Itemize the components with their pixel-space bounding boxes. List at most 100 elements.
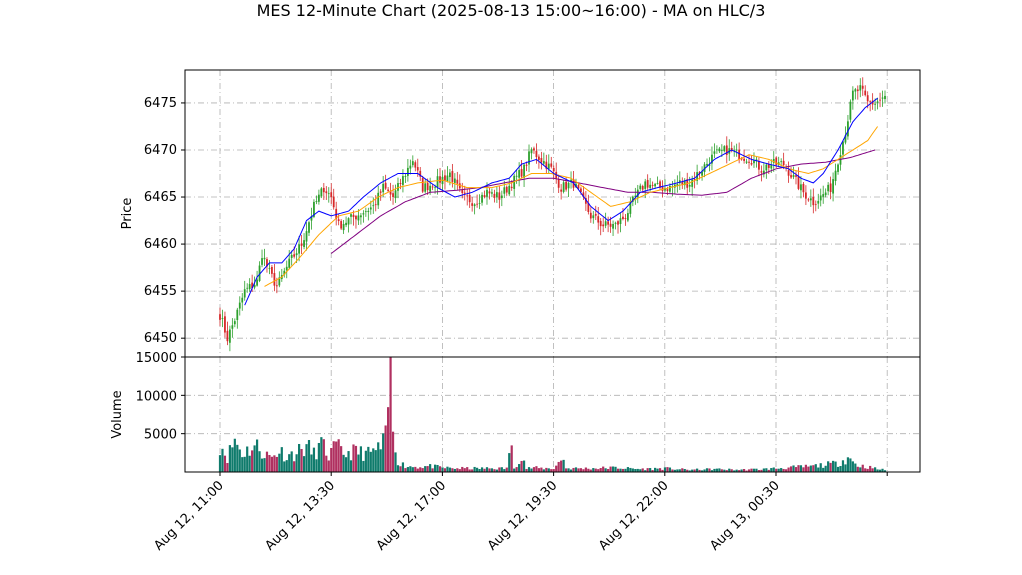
- volume-bar: [441, 467, 444, 472]
- candle-body: [352, 214, 355, 218]
- volume-bar: [490, 468, 494, 472]
- candle-body: [866, 95, 869, 102]
- volume-bar: [804, 464, 807, 472]
- volume-bar: [315, 459, 318, 472]
- candle-body: [508, 185, 511, 195]
- candle-body: [829, 183, 832, 193]
- volume-bar: [629, 467, 632, 472]
- candle-body: [515, 175, 518, 177]
- volume-bar: [762, 468, 765, 472]
- candle-body: [308, 222, 310, 233]
- candle-body: [263, 257, 266, 260]
- volume-bar: [251, 450, 254, 472]
- candle-body: [337, 219, 340, 222]
- candle-body: [760, 171, 763, 173]
- volume-bar: [243, 456, 246, 472]
- candle-body: [713, 151, 716, 154]
- candle-body: [340, 221, 343, 229]
- candle-body: [604, 221, 607, 226]
- candle-body: [748, 161, 750, 163]
- volume-bar: [604, 468, 607, 472]
- volume-bar: [829, 462, 832, 472]
- volume-bar: [807, 466, 810, 472]
- volume-bar: [522, 460, 526, 472]
- volume-bar: [844, 464, 847, 472]
- candle-body: [622, 216, 624, 220]
- volume-bar: [446, 466, 449, 472]
- volume-bar: [861, 464, 864, 472]
- candle-body: [219, 314, 221, 320]
- candle-body: [404, 176, 407, 177]
- volume-bar: [305, 444, 308, 472]
- volume-bar: [424, 466, 427, 472]
- volume-bar: [466, 467, 469, 472]
- volume-bar: [498, 467, 501, 472]
- volume-bar: [510, 445, 513, 472]
- volume-bar: [429, 464, 432, 472]
- volume-bar: [849, 458, 852, 472]
- volume-bar: [476, 467, 479, 472]
- volume-bar: [681, 468, 684, 472]
- volume-bar: [577, 468, 580, 472]
- candle-body: [538, 156, 540, 160]
- candle-body: [797, 176, 800, 189]
- candle-body: [649, 184, 652, 188]
- y-tick-label: 6460: [144, 237, 177, 252]
- x-tick-label: Aug 13, 00:30: [707, 478, 783, 554]
- candle-body: [523, 164, 525, 178]
- volume-bar: [268, 454, 271, 472]
- y-tick-label: 6450: [144, 331, 177, 346]
- candle-body: [804, 192, 807, 199]
- volume-bar: [340, 446, 343, 472]
- candle-body: [864, 90, 867, 96]
- candle-body: [293, 254, 296, 257]
- volume-bar: [715, 468, 718, 472]
- volume-bar: [841, 460, 845, 472]
- volume-bar: [285, 460, 288, 472]
- volume-bar: [480, 467, 484, 472]
- volume-bar: [864, 468, 867, 472]
- candle-body: [614, 222, 617, 224]
- candle-body: [392, 193, 394, 197]
- candle-body: [881, 97, 884, 99]
- candle-body: [444, 175, 446, 181]
- volume-bar: [535, 466, 538, 472]
- volume-bar: [772, 467, 775, 472]
- candle-body: [399, 183, 402, 184]
- candle-body: [851, 90, 854, 101]
- candle-body: [809, 198, 812, 201]
- volume-bar: [547, 468, 550, 472]
- volume-bar: [500, 467, 503, 472]
- candle-body: [303, 240, 305, 247]
- volume-bar: [485, 467, 489, 472]
- volume-bar: [765, 468, 768, 472]
- volume-bar: [574, 467, 578, 472]
- y-tick-label: 6470: [144, 143, 177, 158]
- volume-bar: [869, 465, 872, 472]
- candle-body: [476, 203, 479, 205]
- volume-bar: [817, 467, 820, 472]
- candle-body: [406, 167, 409, 176]
- candle-body: [745, 161, 748, 163]
- candle-body: [597, 216, 600, 223]
- candle-body: [874, 103, 877, 105]
- candle-body: [271, 266, 273, 274]
- candle-body: [246, 287, 249, 289]
- candle-body: [594, 213, 597, 216]
- volume-bar: [433, 464, 437, 472]
- candle-body: [735, 149, 738, 151]
- candle-body: [233, 321, 236, 325]
- candle-body: [849, 101, 852, 120]
- candle-body: [619, 218, 622, 224]
- volume-bar: [836, 466, 840, 472]
- volume-bar: [513, 468, 516, 472]
- candle-body: [510, 186, 513, 189]
- volume-bar: [218, 455, 222, 472]
- candle-body: [876, 101, 879, 103]
- candle-body: [790, 175, 792, 178]
- candle-body: [780, 161, 783, 163]
- candle-body: [285, 266, 288, 271]
- candle-body: [807, 199, 810, 201]
- candle-body: [493, 193, 496, 198]
- volume-bar: [456, 468, 459, 472]
